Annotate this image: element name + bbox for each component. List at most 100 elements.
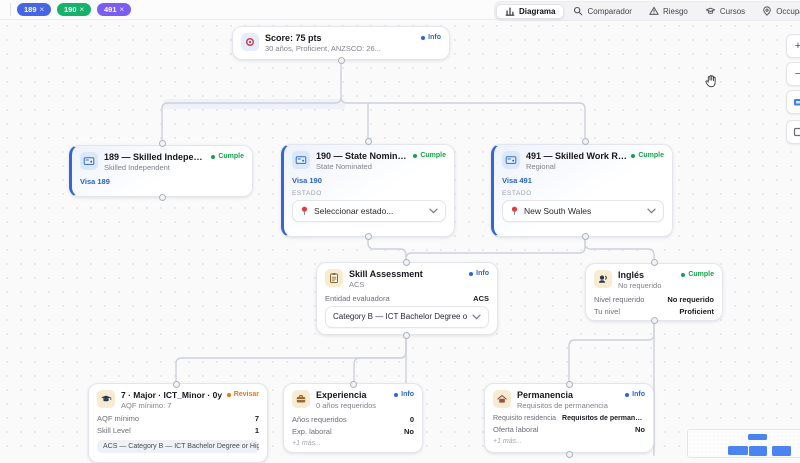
node-visa-189[interactable]: 189 — Skilled Independent Skilled Indepe… xyxy=(69,145,253,197)
minimap-node xyxy=(728,446,748,455)
category-select[interactable]: Category B — ICT Bachelor Degree or High… xyxy=(325,306,489,328)
badge-label: Info xyxy=(632,391,645,398)
badge-label: Cumple xyxy=(218,153,244,160)
filter-pill-190[interactable]: 190 × xyxy=(57,3,91,16)
tab-comparador[interactable]: Comparador xyxy=(565,5,639,18)
detail-row: Entidad evaluadora ACS xyxy=(325,294,489,303)
node-experiencia[interactable]: Experiencia 0 años requeridos Info Años … xyxy=(283,383,423,453)
detail-row: Años requeridos 0 xyxy=(292,415,414,424)
row-label: Entidad evaluadora xyxy=(325,294,390,303)
zoom-in-button[interactable]: + xyxy=(786,34,800,58)
close-icon[interactable]: × xyxy=(120,5,125,14)
bar-chart-icon xyxy=(505,6,515,16)
badge-dot-icon xyxy=(413,154,417,158)
visa-subtitle: Regional xyxy=(526,162,628,172)
search-icon xyxy=(573,6,583,16)
select-value: Seleccionar estado... xyxy=(314,206,424,216)
visa-491-link[interactable]: Visa 491 xyxy=(502,176,664,185)
node-title: Permanencia xyxy=(517,390,619,401)
target-icon xyxy=(241,33,259,51)
minimap[interactable] xyxy=(687,429,800,458)
node-title: Inglés xyxy=(618,270,682,281)
tab-riesgo[interactable]: Riesgo xyxy=(641,5,696,18)
node-score[interactable]: Score: 75 pts 30 años, Proficient, ANZSC… xyxy=(232,26,450,60)
estado-select-190[interactable]: Seleccionar estado... xyxy=(292,200,446,222)
minus-icon: − xyxy=(795,68,800,80)
estado-select-491[interactable]: New South Wales xyxy=(502,200,664,222)
visa-title: 189 — Skilled Independent xyxy=(104,152,204,163)
detail-row: Nivel requerido No requerido xyxy=(594,295,714,304)
chevron-down-icon xyxy=(472,314,481,320)
row-label: AQF mínimo xyxy=(97,414,139,423)
visa-subtitle: Skilled Independent xyxy=(104,163,204,173)
lock-view-button[interactable] xyxy=(786,120,800,144)
cumple-badge: Cumple xyxy=(631,152,664,159)
tab-diagrama[interactable]: Diagrama xyxy=(496,4,564,19)
badge-label: Cumple xyxy=(688,271,714,278)
visa-title: 491 — Skilled Work Regi... xyxy=(526,151,628,162)
id-card-icon xyxy=(502,151,520,169)
row-value: No xyxy=(635,425,645,434)
detail-row: Exp. laboral No xyxy=(292,427,414,436)
tab-label: Riesgo xyxy=(663,7,688,16)
node-subtitle: AQF mínimo: 7 xyxy=(121,401,225,411)
tab-label: Occupation xyxy=(776,7,800,16)
row-label: Años requeridos xyxy=(292,415,347,424)
fit-view-icon xyxy=(793,97,800,107)
assessment-note: ACS — Category B — ICT Bachelor Degree o… xyxy=(97,440,259,453)
connection-handle xyxy=(403,259,410,266)
visa-190-link[interactable]: Visa 190 xyxy=(292,176,446,185)
node-skill-assessment[interactable]: Skill Assessment ACS Info Entidad evalua… xyxy=(316,262,498,335)
badge-dot-icon xyxy=(631,154,635,158)
badge-label: Cumple xyxy=(420,152,446,159)
node-title: 7 · Major · ICT_Minor · 0y xyxy=(121,390,225,401)
filter-pill-491[interactable]: 491 × xyxy=(97,3,131,16)
node-visa-190[interactable]: 190 — State Nominated State Nominated Cu… xyxy=(281,144,455,237)
detail-row: Tu nivel Proficient xyxy=(594,307,714,316)
node-ingles[interactable]: Inglés No requerido Cumple Nivel requeri… xyxy=(585,263,723,321)
node-subtitle: Requisitos de permanencia xyxy=(517,401,619,411)
badge-label: Info xyxy=(401,391,414,398)
node-visa-491[interactable]: 491 — Skilled Work Regi... Regional Cump… xyxy=(491,144,673,237)
visa-189-link[interactable]: Visa 189 xyxy=(80,177,244,186)
tab-cursos[interactable]: Cursos xyxy=(697,5,753,18)
node-subtitle: No requerido xyxy=(618,281,682,291)
more-link[interactable]: +1 más... xyxy=(493,438,645,445)
header-divider xyxy=(10,3,11,16)
row-value: Requisitos de permanen... xyxy=(562,415,645,422)
connection-handle xyxy=(651,259,658,266)
fit-view-button[interactable] xyxy=(786,90,800,114)
badge-label: Info xyxy=(476,270,489,277)
row-value: Proficient xyxy=(679,307,714,316)
revisar-badge: Revisar xyxy=(227,391,259,398)
node-subtitle: 0 años requeridos xyxy=(316,401,388,411)
plus-icon: + xyxy=(795,40,800,52)
row-label: Requisito residencia xyxy=(493,415,556,422)
tab-label: Diagrama xyxy=(519,7,555,16)
pill-label: 491 xyxy=(104,5,117,14)
zoom-out-button[interactable]: − xyxy=(786,62,800,86)
pill-label: 189 xyxy=(24,5,37,14)
visa-subtitle: State Nominated xyxy=(316,162,410,172)
connection-handle xyxy=(582,138,589,145)
row-value: 1 xyxy=(255,426,259,435)
filter-pill-189[interactable]: 189 × xyxy=(17,3,51,16)
close-icon[interactable]: × xyxy=(40,5,45,14)
badge-dot-icon xyxy=(227,393,231,397)
pill-label: 190 xyxy=(64,5,77,14)
node-permanencia[interactable]: Permanencia Requisitos de permanencia In… xyxy=(484,383,654,453)
node-education[interactable]: 7 · Major · ICT_Minor · 0y AQF mínimo: 7… xyxy=(88,383,268,463)
info-badge: Info xyxy=(625,391,645,398)
badge-dot-icon xyxy=(469,272,473,276)
connection-handle xyxy=(350,381,357,388)
close-icon[interactable]: × xyxy=(80,5,85,14)
score-subtitle: 30 años, Proficient, ANZSCO: 26... xyxy=(265,44,381,54)
minimap-node xyxy=(748,434,767,440)
badge-dot-icon xyxy=(211,155,215,159)
node-title: Experiencia xyxy=(316,390,388,401)
badge-dot-icon xyxy=(681,273,685,277)
chevron-down-icon xyxy=(647,208,656,214)
tab-occupation[interactable]: Occupation xyxy=(754,5,800,18)
connection-handle xyxy=(651,317,658,324)
more-link[interactable]: +1 más... xyxy=(292,440,414,447)
